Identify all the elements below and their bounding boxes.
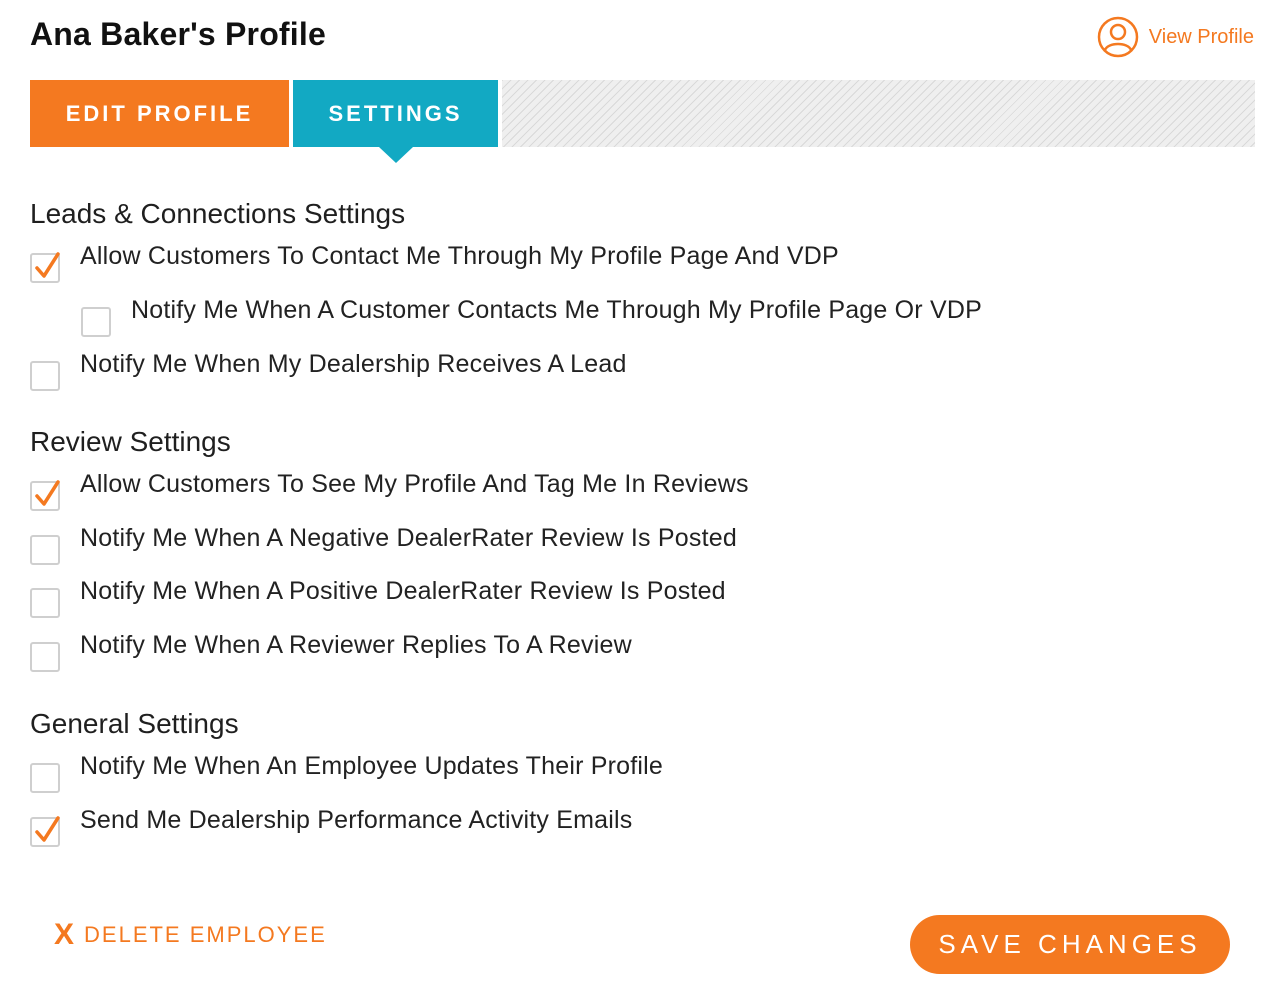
section-title-review: Review Settings (30, 426, 231, 457)
checkmark-icon (35, 252, 60, 278)
checkbox[interactable] (30, 588, 60, 618)
option-label: Allow Customers To See My Profile And Ta… (80, 470, 749, 498)
checkbox[interactable] (30, 816, 60, 847)
option-label: Send Me Dealership Performance Activity … (80, 806, 633, 834)
tab-label: SETTINGS (328, 100, 463, 126)
profile-settings-page: Ana Baker's Profile View Profile EDIT PR… (0, 0, 1280, 1002)
active-tab-caret (378, 147, 413, 163)
page-title: Ana Baker's Profile (30, 16, 326, 52)
option-label: Notify Me When A Positive DealerRater Re… (80, 577, 726, 605)
tab-label: EDIT PROFILE (65, 100, 254, 126)
delete-employee-label: DELETE EMPLOYEE (84, 922, 327, 947)
view-profile-link[interactable]: View Profile (1097, 16, 1254, 58)
option-label: Notify Me When A Reviewer Replies To A R… (80, 631, 632, 659)
section-title-leads-connections: Leads & Connections Settings (30, 198, 406, 229)
tab-edit-profile[interactable]: EDIT PROFILE (30, 80, 289, 147)
option-notify-negative-review[interactable]: Notify Me When A Negative DealerRater Re… (30, 524, 737, 565)
option-notify-dealership-lead[interactable]: Notify Me When My Dealership Receives A … (30, 350, 627, 391)
option-allow-tag-reviews[interactable]: Allow Customers To See My Profile And Ta… (30, 470, 749, 511)
checkbox[interactable] (30, 480, 60, 511)
checkbox[interactable] (30, 535, 60, 565)
profile-tabs: EDIT PROFILE SETTINGS (30, 80, 1255, 163)
checkbox[interactable] (30, 763, 60, 793)
tab-settings[interactable]: SETTINGS (293, 80, 498, 163)
checkmark-icon (35, 480, 60, 506)
checkbox[interactable] (30, 361, 60, 391)
option-label: Notify Me When A Negative DealerRater Re… (80, 524, 737, 552)
option-label: Notify Me When A Customer Contacts Me Th… (131, 296, 982, 324)
checkmark-icon (35, 816, 60, 842)
option-label: Notify Me When My Dealership Receives A … (80, 350, 627, 378)
option-label: Allow Customers To Contact Me Through My… (80, 242, 839, 270)
user-circle-icon (1097, 16, 1139, 58)
save-changes-button[interactable]: SAVE CHANGES (910, 915, 1230, 974)
section-title-general: General Settings (30, 708, 239, 739)
option-notify-positive-review[interactable]: Notify Me When A Positive DealerRater Re… (30, 577, 726, 618)
checkbox[interactable] (30, 642, 60, 672)
option-notify-employee-updates[interactable]: Notify Me When An Employee Updates Their… (30, 752, 663, 793)
option-notify-customer-contacts[interactable]: Notify Me When A Customer Contacts Me Th… (81, 296, 982, 337)
option-allow-contact[interactable]: Allow Customers To Contact Me Through My… (30, 242, 839, 283)
view-profile-label: View Profile (1148, 25, 1254, 48)
option-performance-emails[interactable]: Send Me Dealership Performance Activity … (30, 806, 632, 847)
x-icon: X (54, 918, 75, 951)
option-label: Notify Me When An Employee Updates Their… (80, 752, 664, 780)
delete-employee-link[interactable]: X DELETE EMPLOYEE (54, 918, 327, 951)
checkbox[interactable] (30, 252, 60, 283)
option-notify-reviewer-replies[interactable]: Notify Me When A Reviewer Replies To A R… (30, 631, 632, 672)
checkbox[interactable] (81, 307, 111, 337)
tab-bar-filler (502, 80, 1255, 147)
